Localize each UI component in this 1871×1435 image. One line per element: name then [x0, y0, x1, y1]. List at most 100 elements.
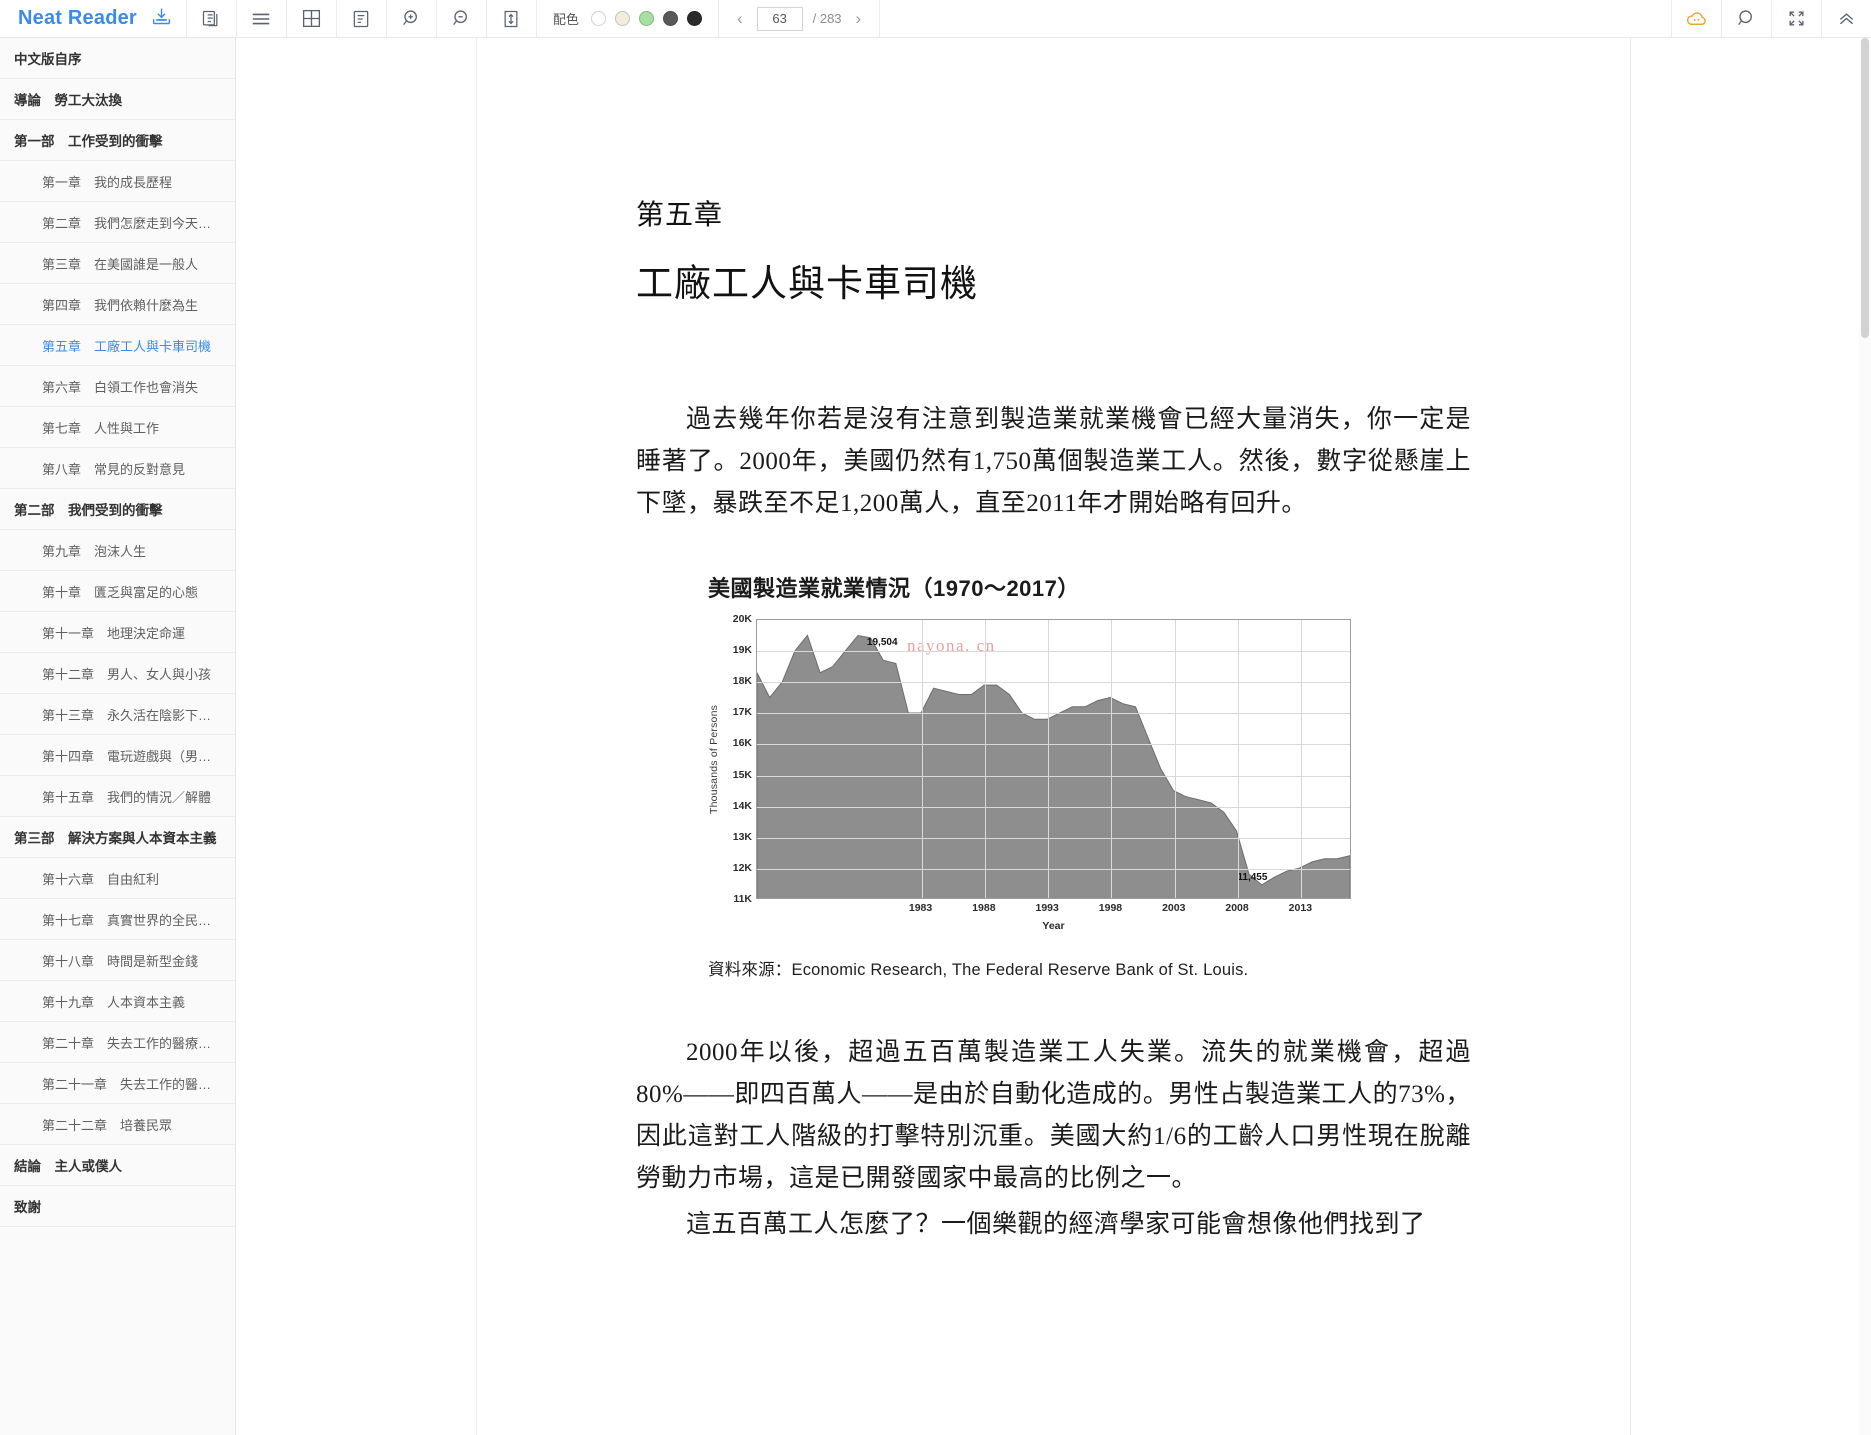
- sidebar-item[interactable]: 第八章 常見的反對意見: [0, 448, 235, 489]
- theme-swatch-black[interactable]: [686, 11, 702, 26]
- sidebar-item[interactable]: 第十七章 真實世界的全民基本…: [0, 899, 235, 940]
- sidebar-item-label: 第一部 工作受到的衝擊: [14, 134, 163, 149]
- sidebar-item[interactable]: 第四章 我們依賴什麼為生: [0, 284, 235, 325]
- sidebar-item[interactable]: 第五章 工廠工人與卡車司機: [0, 325, 235, 366]
- copy-page-button[interactable]: [185, 0, 236, 37]
- page-number-input[interactable]: [756, 6, 803, 31]
- grid-layout-button[interactable]: [285, 0, 336, 37]
- chart-y-axis-ticks: 20K 19K 18K 17K 16K 15K 14K 13K 12K 11K: [722, 613, 756, 905]
- next-page-button[interactable]: ›: [852, 10, 866, 27]
- chart-body: Thousands of Persons 20K 19K 18K 17K 16K 15K 1…: [708, 613, 1408, 905]
- chart-x-tick: 1988: [972, 902, 996, 914]
- column-divider-right: [1630, 38, 1631, 1435]
- chart-gridline-vertical: [1238, 620, 1240, 898]
- sidebar-item[interactable]: 第六章 白領工作也會消失: [0, 366, 235, 407]
- sidebar-item-label: 導論 勞工大汰換: [14, 93, 122, 108]
- theme-swatch-sepia[interactable]: [614, 11, 630, 26]
- chart-area-series: [757, 620, 1350, 898]
- page-navigator: ‹ / 283 ›: [717, 0, 881, 37]
- chart-gridline-horizontal: [757, 775, 1350, 777]
- sidebar-item[interactable]: 第九章 泡沫人生: [0, 530, 235, 571]
- chapter-number: 第五章: [636, 200, 724, 231]
- paragraph-1: 過去幾年你若是沒有注意到製造業就業機會已經大量消失，你一定是睡著了。2000年，…: [636, 406, 1471, 517]
- sidebar-item[interactable]: 第十五章 我們的情況／解體: [0, 776, 235, 817]
- prev-page-button[interactable]: ‹: [733, 10, 747, 27]
- sidebar-item-label: 致謝: [14, 1200, 41, 1215]
- sidebar-item-label: 第九章 泡沫人生: [42, 543, 147, 559]
- reader-pane: 第五章 工廠工人與卡車司機 過去幾年你若是沒有注意到製造業就業機會已經大量消失，…: [236, 38, 1871, 1435]
- main-area: 中文版自序導論 勞工大汰換第一部 工作受到的衝擊第一章 我的成長歷程 第二章 我們…: [0, 38, 1871, 1435]
- sidebar-item-label: 第二部 我們受到的衝擊: [14, 503, 163, 518]
- sidebar-item[interactable]: 第一部 工作受到的衝擊: [0, 120, 235, 161]
- sidebar-item[interactable]: 第二十二章 培養民眾: [0, 1104, 235, 1145]
- chart-gridline-horizontal: [757, 713, 1350, 715]
- chart-title: 美國製造業就業情況（1970～2017）: [708, 576, 1080, 601]
- sidebar-item[interactable]: 第十二章 男人、女人與小孩: [0, 653, 235, 694]
- vertical-scrollbar-thumb[interactable]: [1861, 38, 1869, 338]
- sidebar-item[interactable]: 致謝: [0, 1186, 235, 1227]
- chart-y-tick: 12K: [732, 861, 752, 874]
- sidebar-item-label: 第二十二章 培養民眾: [42, 1117, 173, 1133]
- table-of-contents-sidebar[interactable]: 中文版自序導論 勞工大汰換第一部 工作受到的衝擊第一章 我的成長歷程 第二章 我們…: [0, 38, 236, 1435]
- theme-swatch-gray[interactable]: [662, 11, 678, 26]
- sidebar-item[interactable]: 第十四章 電玩遊戲與（男性的…: [0, 735, 235, 776]
- chart-x-tick: 2013: [1288, 902, 1313, 914]
- chart-gridline-vertical: [1111, 620, 1113, 898]
- chart-gridline-horizontal: [757, 744, 1350, 746]
- sidebar-item[interactable]: 第十八章 時間是新型金錢: [0, 940, 235, 981]
- theme-swatch-white[interactable]: [590, 11, 606, 26]
- sidebar-item-label: 第十八章 時間是新型金錢: [42, 953, 199, 969]
- sidebar-item[interactable]: 第二部 我們受到的衝擊: [0, 489, 235, 530]
- chart-y-tick: 17K: [732, 706, 752, 719]
- chart-y-tick: 19K: [732, 644, 752, 657]
- sidebar-item[interactable]: 第二十章 失去工作的醫療照護…: [0, 1022, 235, 1063]
- sidebar-item[interactable]: 第十一章 地理決定命運: [0, 612, 235, 653]
- chart-x-tick: 1998: [1098, 902, 1123, 914]
- cloud-sync-button[interactable]: [1671, 0, 1721, 37]
- chart-x-axis-ticks: 1983 1988 1993 1998 2003 2008 2013: [756, 899, 1351, 919]
- sidebar-item-label: 第三部 解決方案與人本資本主義: [14, 831, 217, 846]
- chart-x-tick: 2003: [1162, 902, 1186, 914]
- sidebar-item[interactable]: 第三部 解決方案與人本資本主義: [0, 817, 235, 858]
- chart-y-axis-label: Thousands of Persons: [708, 704, 720, 814]
- sidebar-item[interactable]: 第三章 在美國誰是一般人: [0, 243, 235, 284]
- notes-button[interactable]: [335, 0, 386, 37]
- zoom-in-button[interactable]: [385, 0, 436, 37]
- sidebar-item-label: 第七章 人性與工作: [42, 420, 160, 436]
- sidebar-item-label: 第十七章 真實世界的全民基本…: [42, 912, 223, 928]
- theme-swatch-green[interactable]: [638, 11, 654, 26]
- sidebar-item-label: 第十章 匱乏與富足的心態: [42, 584, 199, 600]
- chart-x-tick: 1983: [908, 902, 933, 914]
- chart-gridline-vertical: [1048, 620, 1050, 898]
- search-button[interactable]: [1721, 0, 1771, 37]
- sidebar-item-label: 第十五章 我們的情況／解體: [42, 789, 212, 805]
- fullscreen-button[interactable]: [1771, 0, 1821, 37]
- line-height-button[interactable]: [485, 0, 536, 37]
- sidebar-item[interactable]: 第十章 匱乏與富足的心態: [0, 571, 235, 612]
- sidebar-item[interactable]: 第二十一章 失去工作的醫療照護: [0, 1063, 235, 1104]
- sidebar-item[interactable]: 第十九章 人本資本主義: [0, 981, 235, 1022]
- page-title: 工廠工人與卡車司機: [636, 264, 978, 305]
- chart-y-tick: 20K: [732, 613, 752, 625]
- book-download-icon[interactable]: [151, 6, 172, 32]
- chart-y-tick: 11K: [733, 893, 752, 905]
- sidebar-item[interactable]: 第七章 人性與工作: [0, 407, 235, 448]
- sidebar-item[interactable]: 第十三章 永久活在陰影下的階…: [0, 694, 235, 735]
- menu-list-button[interactable]: [235, 0, 286, 37]
- collapse-up-button[interactable]: [1821, 0, 1871, 37]
- sidebar-item-label: 第八章 常見的反對意見: [42, 461, 186, 477]
- sidebar-item[interactable]: 中文版自序: [0, 38, 235, 79]
- sidebar-item[interactable]: 導論 勞工大汰換: [0, 79, 235, 120]
- sidebar-item[interactable]: 結論 主人或僕人: [0, 1145, 235, 1186]
- theme-label: 配色: [552, 12, 579, 27]
- zoom-out-button[interactable]: [435, 0, 486, 37]
- sidebar-item[interactable]: 第一章 我的成長歷程: [0, 161, 235, 202]
- chart-x-tick: 2008: [1225, 902, 1249, 914]
- sidebar-item[interactable]: 第二章 我們怎麼走到今天這個…: [0, 202, 235, 243]
- figure-manufacturing-employment: 美國製造業就業情況（1970～2017） Thousands of Person…: [708, 571, 1408, 980]
- vertical-scrollbar-track[interactable]: [1859, 38, 1871, 1435]
- column-divider-left: [476, 38, 477, 1435]
- sidebar-item[interactable]: 第十六章 自由紅利: [0, 858, 235, 899]
- top-toolbar: Neat Reader 配色 ‹ 63 / 283 ›: [0, 0, 1871, 38]
